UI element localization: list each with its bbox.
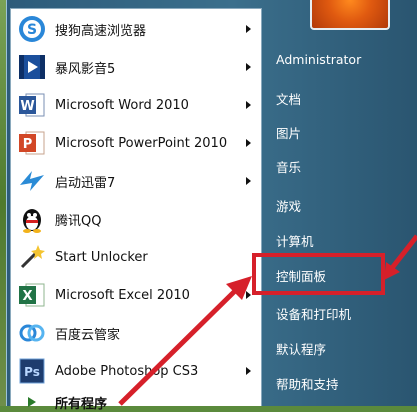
red-arrows-overlay [118,234,417,406]
red-arrow-right [384,234,417,280]
red-arrow-left [118,276,252,406]
